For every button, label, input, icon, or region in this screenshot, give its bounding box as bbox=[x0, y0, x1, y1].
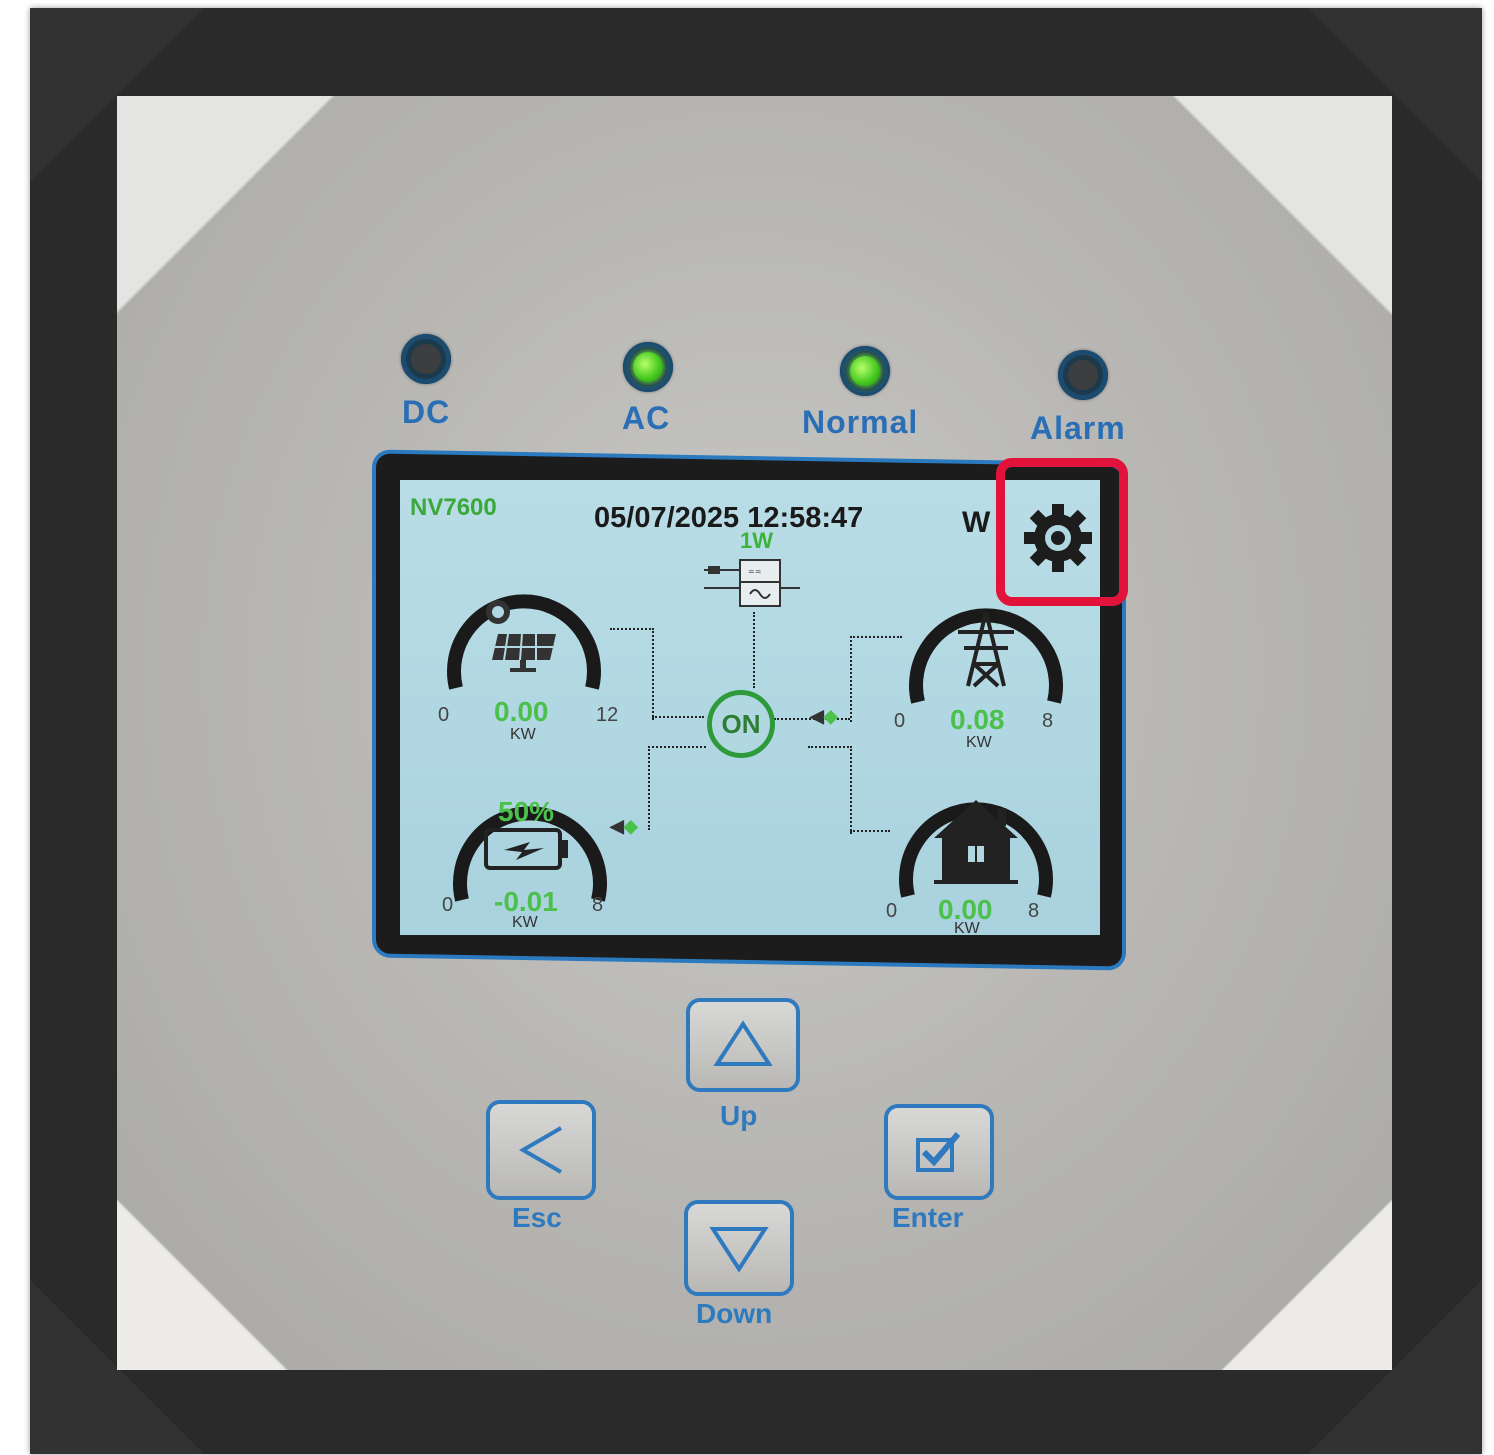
load-scale-max: 8 bbox=[1028, 900, 1040, 922]
up-button[interactable] bbox=[686, 998, 800, 1092]
inverter-power: 1W bbox=[740, 528, 773, 553]
datetime: 05/07/2025 12:58:47 bbox=[594, 502, 864, 534]
inverter-wire bbox=[753, 612, 757, 688]
battery-wire bbox=[648, 746, 706, 830]
grid-flow-arrow: ◀◆ bbox=[810, 706, 838, 726]
load-scale-min: 0 bbox=[886, 900, 898, 922]
up-label: Up bbox=[720, 1100, 758, 1131]
status-on-indicator: ON bbox=[707, 690, 775, 758]
grid-unit: KW bbox=[966, 734, 992, 751]
ac-led bbox=[623, 342, 673, 392]
normal-led-label: Normal bbox=[802, 404, 919, 440]
down-label: Down bbox=[696, 1298, 773, 1329]
esc-button[interactable] bbox=[486, 1100, 596, 1200]
solar-wire-bottom bbox=[652, 716, 704, 720]
alarm-led-label: Alarm bbox=[1030, 410, 1126, 446]
esc-label: Esc bbox=[512, 1202, 562, 1233]
solar-unit: KW bbox=[510, 726, 536, 743]
grid-value: 0.08 bbox=[950, 704, 1005, 735]
mode-indicator: W bbox=[962, 506, 991, 539]
grid-scale-max: 8 bbox=[1042, 710, 1054, 732]
battery-scale-max: 8 bbox=[592, 894, 604, 916]
ac-led-label: AC bbox=[622, 400, 671, 436]
solar-scale-min: 0 bbox=[438, 704, 450, 726]
checkbox-check-icon bbox=[916, 1132, 961, 1172]
enter-button[interactable] bbox=[884, 1104, 994, 1200]
back-chevron-icon bbox=[519, 1126, 563, 1174]
inverter-icon: == bbox=[704, 559, 800, 607]
grid-wire bbox=[850, 636, 902, 722]
lcd-screen: NV7600 05/07/2025 12:58:47 W 1W == 0 0.0… bbox=[400, 480, 1100, 935]
solar-gauge bbox=[447, 594, 601, 690]
battery-icon bbox=[484, 828, 568, 870]
up-triangle-icon bbox=[713, 1020, 773, 1066]
load-wire-bottom bbox=[850, 830, 890, 834]
svg-text:==: == bbox=[748, 567, 761, 576]
dc-led bbox=[401, 334, 451, 384]
solar-wire bbox=[610, 628, 654, 720]
dc-led-label: DC bbox=[402, 394, 451, 430]
down-triangle-icon bbox=[709, 1227, 769, 1273]
solar-value: 0.00 bbox=[494, 696, 549, 727]
down-button[interactable] bbox=[684, 1200, 794, 1296]
battery-scale-min: 0 bbox=[442, 894, 454, 916]
alarm-led bbox=[1058, 350, 1108, 400]
model-name: NV7600 bbox=[410, 494, 497, 521]
enter-label: Enter bbox=[892, 1202, 964, 1233]
battery-flow-arrow: ◀◆ bbox=[610, 816, 638, 836]
load-unit: KW bbox=[954, 920, 980, 935]
load-wire bbox=[808, 746, 852, 834]
settings-highlight-box bbox=[996, 458, 1128, 606]
battery-unit: KW bbox=[512, 914, 538, 931]
normal-led bbox=[840, 346, 890, 396]
battery-soc: 50% bbox=[498, 796, 555, 827]
